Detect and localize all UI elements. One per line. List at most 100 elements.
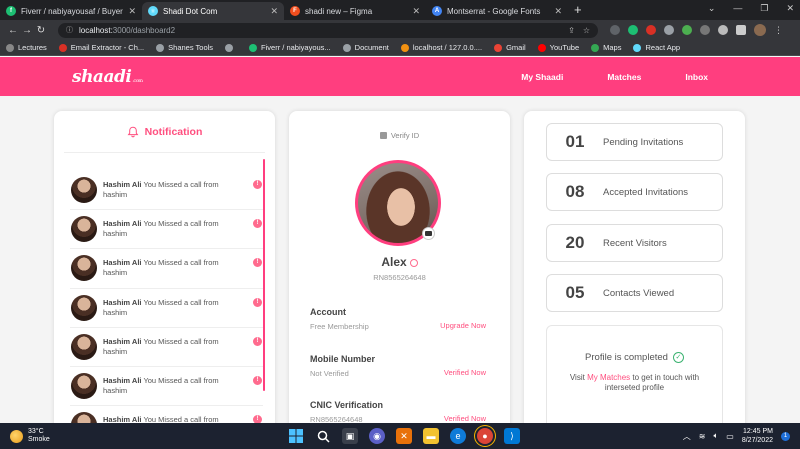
share-icon[interactable]: ⇪ xyxy=(568,26,575,35)
browser-tab[interactable]: f Fiverr / nabiyayousaf / Buyer Rep ✕ xyxy=(0,2,142,20)
notification-item[interactable]: Hashim Ali You Missed a call from hashim… xyxy=(70,249,263,289)
browser-tabbar: f Fiverr / nabiyayousaf / Buyer Rep ✕ ⚛ Shad… xyxy=(0,0,800,20)
tab-close-icon[interactable]: ✕ xyxy=(554,6,562,17)
stat-label: Contacts Viewed xyxy=(603,287,675,299)
nav-inbox[interactable]: Inbox xyxy=(685,72,708,82)
bookmark-label: Maps xyxy=(603,43,622,52)
new-tab-button[interactable]: + xyxy=(574,2,582,20)
bookmark-favicon-icon xyxy=(58,43,67,52)
tab-close-icon[interactable]: ✕ xyxy=(270,6,278,17)
wifi-icon[interactable]: ≋ xyxy=(699,432,706,441)
browser-tab[interactable]: Fshadi new – Figma ✕ xyxy=(284,2,426,20)
upgrade-now-link[interactable]: Upgrade Now xyxy=(440,321,486,330)
stats-card: 01 Pending Invitations 08 Accepted Invit… xyxy=(524,111,745,431)
minimize-button[interactable]: — xyxy=(733,3,742,14)
extension-icon[interactable] xyxy=(700,25,710,35)
verify-cnic-link[interactable]: Verified Now xyxy=(444,414,486,423)
notification-scrollbar[interactable] xyxy=(263,159,265,391)
notification-item[interactable]: Hashim Ali You Missed a call from hashim… xyxy=(70,328,263,367)
avatar xyxy=(71,373,97,400)
bookmark-label: Shanes Tools xyxy=(168,43,214,52)
tab-search-icon[interactable]: ⌄ xyxy=(708,3,716,14)
tab-close-icon[interactable]: ✕ xyxy=(128,6,136,17)
bookmark-item[interactable]: Fiverr / nabiyayous... xyxy=(249,43,331,52)
xampp-icon[interactable]: ✕ xyxy=(396,428,412,444)
bookmark-item[interactable]: YouTube xyxy=(537,43,579,52)
notification-item[interactable]: Hashim Ali You Missed a call from hashim… xyxy=(70,289,263,328)
bookmark-label: Document xyxy=(354,43,389,52)
extension-icon[interactable] xyxy=(628,25,638,35)
verify-mobile-link[interactable]: Verified Now xyxy=(444,368,486,377)
extension-icon[interactable] xyxy=(610,25,620,35)
side-panel-icon[interactable] xyxy=(736,25,746,35)
bookmark-item[interactable] xyxy=(225,43,237,52)
notification-item[interactable]: Hashim Ali You Missed a call from hashim… xyxy=(70,171,263,211)
bookmark-favicon-icon xyxy=(400,43,409,52)
stat-label: Recent Visitors xyxy=(603,237,667,249)
bookmark-item[interactable]: Email Extractor - Ch... xyxy=(58,43,144,52)
stat-recent-visitors[interactable]: 20 Recent Visitors xyxy=(546,224,723,262)
logo[interactable]: shaadi.com xyxy=(72,67,143,87)
camera-icon[interactable] xyxy=(422,227,435,240)
notification-item[interactable]: Hashim Ali You Missed a call from hashim… xyxy=(70,406,263,423)
notification-item[interactable]: Hashim Ali You Missed a call from hashim… xyxy=(70,210,263,250)
bookmark-favicon-icon xyxy=(6,43,14,52)
bookmark-star-icon[interactable]: ☆ xyxy=(583,26,590,35)
nav-matches[interactable]: Matches xyxy=(607,72,641,82)
browser-tab[interactable]: ⚛ Shadi Dot Com ✕ xyxy=(142,2,284,20)
stat-contacts-viewed[interactable]: 05 Contacts Viewed xyxy=(546,274,723,312)
bookmark-item[interactable]: Lectures xyxy=(6,43,47,52)
bookmark-label: Fiverr / nabiyayous... xyxy=(261,43,331,52)
edge-icon[interactable]: e xyxy=(450,428,466,444)
volume-icon[interactable]: 🔈︎ xyxy=(713,431,718,441)
extension-icon[interactable] xyxy=(682,25,692,35)
battery-icon[interactable]: ▭ xyxy=(726,432,734,441)
my-matches-link[interactable]: My Matches xyxy=(587,373,630,382)
edit-icon[interactable] xyxy=(409,258,418,267)
maximize-button[interactable]: ❐ xyxy=(760,3,768,14)
bookmark-favicon-icon xyxy=(591,43,600,52)
extension-icon[interactable] xyxy=(646,25,656,35)
bookmark-item[interactable]: Shanes Tools xyxy=(156,43,213,52)
alert-badge-icon: ! xyxy=(253,415,262,423)
url-input[interactable]: ⓘ localhost: 3000/dashboard2 ⇪ ☆ xyxy=(58,22,598,38)
back-icon[interactable]: ← xyxy=(6,25,20,36)
verify-id[interactable]: Verify ID xyxy=(289,131,510,140)
search-icon[interactable] xyxy=(315,428,331,444)
notification-center-badge[interactable]: 1 xyxy=(781,431,790,441)
bookmark-favicon-icon xyxy=(225,43,234,52)
file-explorer-icon[interactable]: ▬ xyxy=(423,428,439,444)
bookmark-item[interactable]: localhost / 127.0.0.... xyxy=(400,43,482,52)
vscode-icon[interactable]: ⟩ xyxy=(504,428,520,444)
profile-completed-box: Profile is completed ✓ Visit My Matches … xyxy=(546,325,723,431)
reload-icon[interactable]: ↻ xyxy=(34,25,48,36)
tab-title: shadi new – Figma xyxy=(305,6,373,16)
weather-widget[interactable]: 33°C Smoke xyxy=(10,428,50,444)
chrome-icon[interactable]: ● xyxy=(477,428,493,444)
completed-text-before: Visit xyxy=(569,373,588,382)
bookmark-item[interactable]: Maps xyxy=(591,43,621,52)
teams-chat-icon[interactable]: ◉ xyxy=(369,428,385,444)
close-window-button[interactable]: ✕ xyxy=(786,3,794,14)
tab-close-icon[interactable]: ✕ xyxy=(412,6,420,17)
profile-avatar[interactable] xyxy=(754,24,766,36)
bookmark-item[interactable]: Gmail xyxy=(494,43,526,52)
stat-accepted-invitations[interactable]: 08 Accepted Invitations xyxy=(546,173,723,211)
bookmark-item[interactable]: React App xyxy=(633,43,680,52)
forward-icon[interactable]: → xyxy=(20,25,34,36)
extensions-puzzle-icon[interactable] xyxy=(718,25,728,35)
notification-item[interactable]: Hashim Ali You Missed a call from hashim… xyxy=(70,367,263,407)
task-view-icon[interactable]: ▣ xyxy=(342,428,358,444)
windows-start-icon[interactable] xyxy=(288,428,304,444)
bookmark-item[interactable]: Document xyxy=(342,43,389,52)
nav-my-shaadi[interactable]: My Shaadi xyxy=(521,72,563,82)
menu-dots-icon[interactable]: ⋮ xyxy=(774,25,783,36)
extension-icon[interactable] xyxy=(664,25,674,35)
show-hidden-icons[interactable]: ︿ xyxy=(683,431,691,442)
stat-pending-invitations[interactable]: 01 Pending Invitations xyxy=(546,123,723,161)
bookmark-favicon-icon xyxy=(537,43,546,52)
site-info-icon[interactable]: ⓘ xyxy=(66,25,73,35)
clock[interactable]: 12:45 PM 8/27/2022 xyxy=(742,427,773,445)
browser-tab[interactable]: A Montserrat - Google Fonts ✕ xyxy=(426,2,568,20)
avatar xyxy=(71,294,97,321)
